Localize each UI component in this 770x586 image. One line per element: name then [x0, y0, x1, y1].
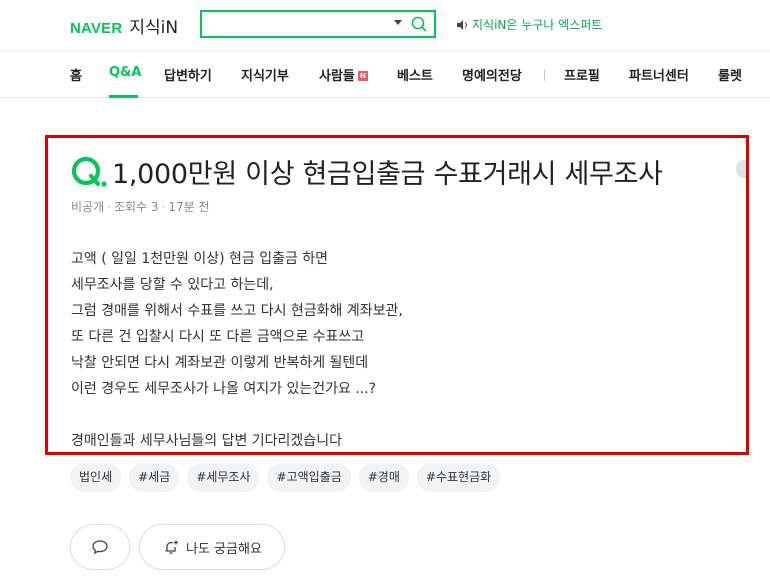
nav-best[interactable]: 베스트 [397, 65, 433, 84]
speaker-icon [457, 19, 468, 30]
naver-brand[interactable]: NAVER [70, 20, 122, 37]
nav-qna[interactable]: Q&A [109, 65, 141, 80]
body-line: 이런 경우도 세무조사가 나올 여지가 있는건가요 ...? [71, 381, 377, 397]
body-line: 또 다른 건 입찰시 다시 또 다른 금액으로 수표쓰고 [71, 329, 365, 345]
view-count: 조회수 3 [113, 200, 159, 214]
nav-partner-center[interactable]: 파트너센터 [629, 65, 689, 84]
question-meta: 비공개 · 조회수 3 · 17분 전 [71, 198, 210, 215]
me-too-curious-button[interactable]: 나도 궁금해요 [139, 524, 285, 570]
nav-answer[interactable]: 답변하기 [164, 65, 212, 84]
expert-banner-text[interactable]: 지식iN은 누구나 엑스퍼트 [472, 16, 602, 33]
new-badge: N [357, 71, 368, 81]
me-too-curious-label: 나도 궁금해요 [186, 541, 262, 557]
nav-people[interactable]: 사람들 N [319, 65, 368, 84]
nav-roulette[interactable]: 룰렛 [718, 65, 742, 84]
body-line [71, 402, 403, 428]
chevron-down-icon[interactable] [394, 20, 402, 25]
naver-logo[interactable]: NAVER 지식iN [70, 13, 178, 38]
main-nav: 홈 Q&A 답변하기 지식기부 사람들 N 베스트 명예의전당 프로필 파트너센터… [0, 52, 770, 98]
post-time: 17분 전 [168, 200, 210, 214]
body-line: 그럼 경매를 위해서 수표를 쓰고 다시 현금화해 계좌보관, [71, 303, 403, 319]
search-input[interactable] [206, 14, 376, 34]
nav-divider [544, 69, 545, 81]
question-q-icon [71, 156, 107, 187]
tag-list: 법인세 #세금 #세무조사 #고액입출금 #경매 #수표현금화 [70, 463, 501, 492]
nav-donate[interactable]: 지식기부 [241, 65, 289, 84]
expert-banner[interactable]: 지식iN은 누구나 엑스퍼트 [456, 16, 602, 33]
tag-chip[interactable]: #수표현금화 [416, 463, 501, 492]
kin-service-name[interactable]: 지식iN [129, 13, 178, 38]
search-icon[interactable] [410, 15, 428, 33]
question-panel: 1,000만원 이상 현금입출금 수표거래시 세무조사 비공개 · 조회수 3 · 17… [45, 135, 749, 455]
question-actions: 나도 궁금해요 [70, 524, 285, 570]
tag-chip[interactable]: #경매 [358, 463, 409, 492]
nav-profile[interactable]: 프로필 [564, 65, 600, 84]
question-title: 1,000만원 이상 현금입출금 수표거래시 세무조사 [112, 159, 663, 190]
nav-people-label: 사람들 [319, 69, 355, 84]
author-name: 비공개 [71, 200, 105, 214]
active-tab-indicator [109, 95, 138, 98]
tag-chip[interactable]: #고액입출금 [267, 463, 351, 492]
comment-button[interactable] [70, 524, 130, 570]
tag-chip[interactable]: #세무조사 [187, 463, 260, 492]
body-line: 고액 ( 일일 1천만원 이상) 현금 입출금 하면 [71, 251, 329, 267]
meta-separator: · [107, 200, 111, 214]
body-line: 세무조사를 당할 수 있다고 하는데, [71, 277, 274, 293]
body-line: 낙찰 안되면 다시 계좌보관 이렇게 반복하게 될텐데 [71, 355, 369, 371]
tag-chip[interactable]: #세금 [129, 463, 180, 492]
top-header: NAVER 지식iN 지식iN은 누구나 엑스퍼트 [0, 0, 770, 52]
comment-icon [92, 540, 108, 555]
nav-home[interactable]: 홈 [70, 65, 82, 84]
nav-hall-of-fame[interactable]: 명예의전당 [462, 65, 522, 84]
question-body: 고액 ( 일일 1천만원 이상) 현금 입출금 하면 세무조사를 당할 수 있다… [71, 246, 403, 454]
question-title-row: 1,000만원 이상 현금입출금 수표거래시 세무조사 [70, 152, 663, 191]
avatar[interactable] [736, 160, 746, 178]
body-line: 경매인들과 세무사님들의 답변 기다리겠습니다 [71, 433, 342, 449]
meta-separator: · [161, 200, 166, 214]
bell-plus-icon [165, 540, 178, 554]
tag-chip[interactable]: 법인세 [70, 463, 122, 492]
search-box[interactable] [200, 10, 436, 38]
